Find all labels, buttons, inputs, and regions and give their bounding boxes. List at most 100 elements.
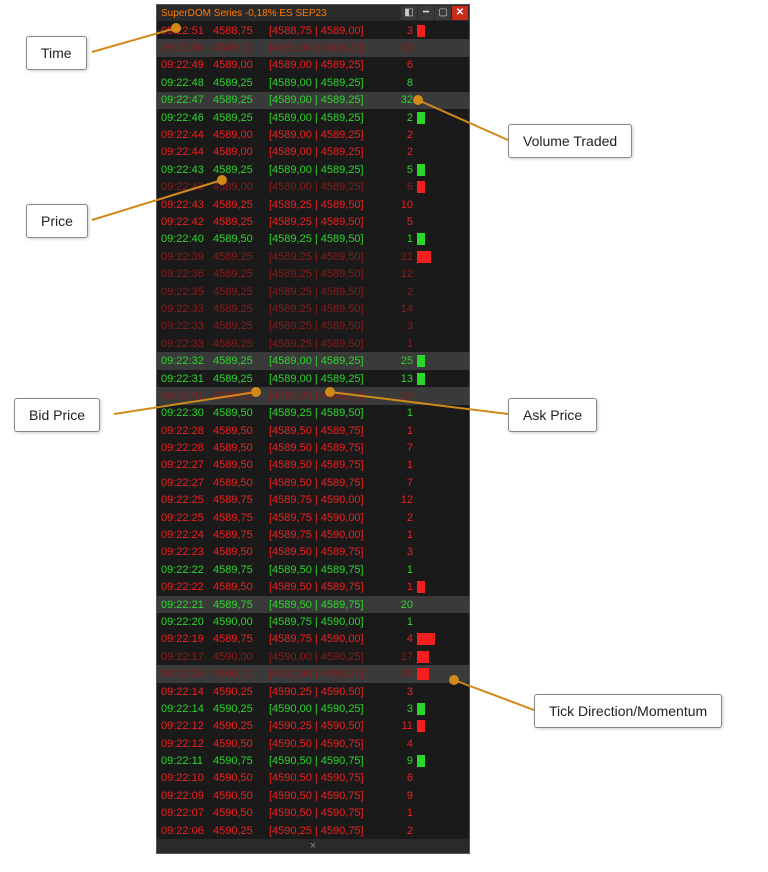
cell-bidask: [4589,00 | 4589,25] xyxy=(269,164,389,176)
tape-row[interactable]: 09:22:314589,25[4589,25 | 4589,50]24 xyxy=(157,387,469,404)
cell-volume: 5 xyxy=(389,216,415,228)
tape-row[interactable]: 09:22:514588,75[4588,75 | 4589,00]3 xyxy=(157,22,469,39)
momentum-bar xyxy=(417,164,425,176)
cell-bar xyxy=(415,59,469,71)
cell-bar xyxy=(415,303,469,315)
cell-time: 09:22:21 xyxy=(157,599,213,611)
cell-bar xyxy=(415,25,469,37)
cell-bar xyxy=(415,129,469,141)
tape-row[interactable]: 09:22:504589,00[4589,00 | 4589,25]20 xyxy=(157,39,469,56)
tape-row[interactable]: 09:22:154590,00[4590,00 | 4590,25]18 xyxy=(157,665,469,682)
cell-volume: 1 xyxy=(389,233,415,245)
tape-row[interactable]: 09:22:334589,25[4589,25 | 4589,50]1 xyxy=(157,335,469,352)
tape-row[interactable]: 09:22:114590,75[4590,50 | 4590,75]9 xyxy=(157,752,469,769)
tape-row[interactable]: 09:22:434589,25[4589,25 | 4589,50]10 xyxy=(157,196,469,213)
tape-row[interactable]: 09:22:334589,25[4589,25 | 4589,50]3 xyxy=(157,318,469,335)
momentum-bar xyxy=(417,581,425,593)
tape-row[interactable]: 09:22:194589,75[4589,75 | 4590,00]4 xyxy=(157,631,469,648)
minimize-button[interactable]: ━ xyxy=(418,6,434,20)
tape-row[interactable]: 09:22:254589,75[4589,75 | 4590,00]12 xyxy=(157,492,469,509)
cell-time: 09:22:06 xyxy=(157,825,213,837)
cell-volume: 1 xyxy=(389,529,415,541)
tape-row[interactable]: 09:22:304589,50[4589,25 | 4589,50]1 xyxy=(157,405,469,422)
tape-row[interactable]: 09:22:124590,25[4590,25 | 4590,50]11 xyxy=(157,718,469,735)
tape-row[interactable]: 09:22:274589,50[4589,50 | 4589,75]7 xyxy=(157,474,469,491)
cell-volume: 2 xyxy=(389,825,415,837)
tape-row[interactable]: 09:22:234589,50[4589,50 | 4589,75]3 xyxy=(157,544,469,561)
maximize-button[interactable]: ▢ xyxy=(435,6,451,20)
momentum-bar xyxy=(417,703,425,715)
tape-row[interactable]: 09:22:444589,00[4589,00 | 4589,25]2 xyxy=(157,126,469,143)
tape-row[interactable]: 09:22:174590,00[4590,00 | 4590,25]17 xyxy=(157,648,469,665)
tape-row[interactable]: 09:22:334589,25[4589,25 | 4589,50]14 xyxy=(157,300,469,317)
tape-row[interactable]: 09:22:474589,25[4589,00 | 4589,25]32 xyxy=(157,92,469,109)
titlebar[interactable]: SuperDOM Series -0,18% ES SEP23 ◧ ━ ▢ ✕ xyxy=(157,5,469,21)
cell-bar xyxy=(415,425,469,437)
cell-time: 09:22:10 xyxy=(157,772,213,784)
cell-volume: 12 xyxy=(389,268,415,280)
tape-row[interactable]: 09:22:244589,75[4589,75 | 4590,00]1 xyxy=(157,526,469,543)
cell-price: 4589,50 xyxy=(213,425,269,437)
callout-ask: Ask Price xyxy=(508,398,597,432)
cell-bidask: [4590,00 | 4590,25] xyxy=(269,668,389,680)
tape-row[interactable]: 09:22:214589,75[4589,50 | 4589,75]20 xyxy=(157,596,469,613)
tape-row[interactable]: 09:22:404589,50[4589,25 | 4589,50]1 xyxy=(157,231,469,248)
cell-bar xyxy=(415,268,469,280)
tape-row[interactable]: 09:22:144590,25[4590,25 | 4590,50]3 xyxy=(157,683,469,700)
cell-bidask: [4589,25 | 4589,50] xyxy=(269,338,389,350)
cell-bar xyxy=(415,42,469,54)
tape-row[interactable]: 09:22:464589,25[4589,00 | 4589,25]2 xyxy=(157,109,469,126)
cell-volume: 3 xyxy=(389,546,415,558)
tape-row[interactable]: 09:22:094590,50[4590,50 | 4590,75]9 xyxy=(157,787,469,804)
tape-row[interactable]: 09:22:124590,50[4590,50 | 4590,75]4 xyxy=(157,735,469,752)
cell-price: 4589,25 xyxy=(213,216,269,228)
tape-row[interactable]: 09:22:224589,75[4589,50 | 4589,75]1 xyxy=(157,561,469,578)
cell-volume: 1 xyxy=(389,807,415,819)
tape-row[interactable]: 09:22:144590,25[4590,00 | 4590,25]3 xyxy=(157,700,469,717)
cell-volume: 1 xyxy=(389,407,415,419)
tape-row[interactable]: 09:22:434589,00[4589,00 | 4589,25]6 xyxy=(157,179,469,196)
tape-row[interactable]: 09:22:284589,50[4589,50 | 4589,75]1 xyxy=(157,422,469,439)
tape-row[interactable]: 09:22:434589,25[4589,00 | 4589,25]5 xyxy=(157,161,469,178)
cell-volume: 7 xyxy=(389,442,415,454)
cell-price: 4590,25 xyxy=(213,703,269,715)
close-button[interactable]: ✕ xyxy=(452,6,468,20)
tape-row[interactable]: 09:22:224589,50[4589,50 | 4589,75]1 xyxy=(157,579,469,596)
tape-row[interactable]: 09:22:284589,50[4589,50 | 4589,75]7 xyxy=(157,439,469,456)
tape-row[interactable]: 09:22:324589,25[4589,00 | 4589,25]25 xyxy=(157,352,469,369)
cell-time: 09:22:49 xyxy=(157,59,213,71)
tape-row[interactable]: 09:22:314589,25[4589,00 | 4589,25]13 xyxy=(157,370,469,387)
cell-bidask: [4589,00 | 4589,25] xyxy=(269,129,389,141)
tape-row[interactable]: 09:22:074590,50[4590,50 | 4590,75]1 xyxy=(157,805,469,822)
tape-row[interactable]: 09:22:444589,00[4589,00 | 4589,25]2 xyxy=(157,144,469,161)
cell-volume: 1 xyxy=(389,338,415,350)
cell-price: 4589,25 xyxy=(213,286,269,298)
cell-time: 09:22:25 xyxy=(157,512,213,524)
tape-row[interactable]: 09:22:274589,50[4589,50 | 4589,75]1 xyxy=(157,457,469,474)
footer-close-icon[interactable]: × xyxy=(310,840,316,852)
tape-row[interactable]: 09:22:254589,75[4589,75 | 4590,00]2 xyxy=(157,509,469,526)
cell-time: 09:22:22 xyxy=(157,581,213,593)
tape-row[interactable]: 09:22:424589,25[4589,25 | 4589,50]5 xyxy=(157,213,469,230)
cell-time: 09:22:24 xyxy=(157,529,213,541)
tape-row[interactable]: 09:22:494589,00[4589,00 | 4589,25]6 xyxy=(157,57,469,74)
cell-bar xyxy=(415,616,469,628)
momentum-bar xyxy=(417,373,425,385)
tape-row[interactable]: 09:22:354589,25[4589,25 | 4589,50]2 xyxy=(157,283,469,300)
cell-bidask: [4589,25 | 4589,50] xyxy=(269,216,389,228)
cell-bidask: [4589,25 | 4589,50] xyxy=(269,407,389,419)
cell-price: 4588,75 xyxy=(213,25,269,37)
tape-row[interactable]: 09:22:204590,00[4589,75 | 4590,00]1 xyxy=(157,613,469,630)
tape-row[interactable]: 09:22:484589,25[4589,00 | 4589,25]8 xyxy=(157,74,469,91)
tape-row[interactable]: 09:22:364589,25[4589,25 | 4589,50]12 xyxy=(157,265,469,282)
cell-bidask: [4589,25 | 4589,50] xyxy=(269,286,389,298)
tape-row[interactable]: 09:22:064590,25[4590,25 | 4590,75]2 xyxy=(157,822,469,839)
cell-time: 09:22:19 xyxy=(157,633,213,645)
tape-row[interactable]: 09:22:394589,25[4589,25 | 4589,50]21 xyxy=(157,248,469,265)
cell-bidask: [4589,75 | 4590,00] xyxy=(269,512,389,524)
pin-icon[interactable]: ◧ xyxy=(401,6,417,20)
time-and-sales-tape[interactable]: 09:22:514588,75[4588,75 | 4589,00]309:22… xyxy=(157,21,469,839)
tape-row[interactable]: 09:22:104590,50[4590,50 | 4590,75]6 xyxy=(157,770,469,787)
cell-price: 4589,25 xyxy=(213,320,269,332)
cell-bidask: [4590,50 | 4590,75] xyxy=(269,807,389,819)
